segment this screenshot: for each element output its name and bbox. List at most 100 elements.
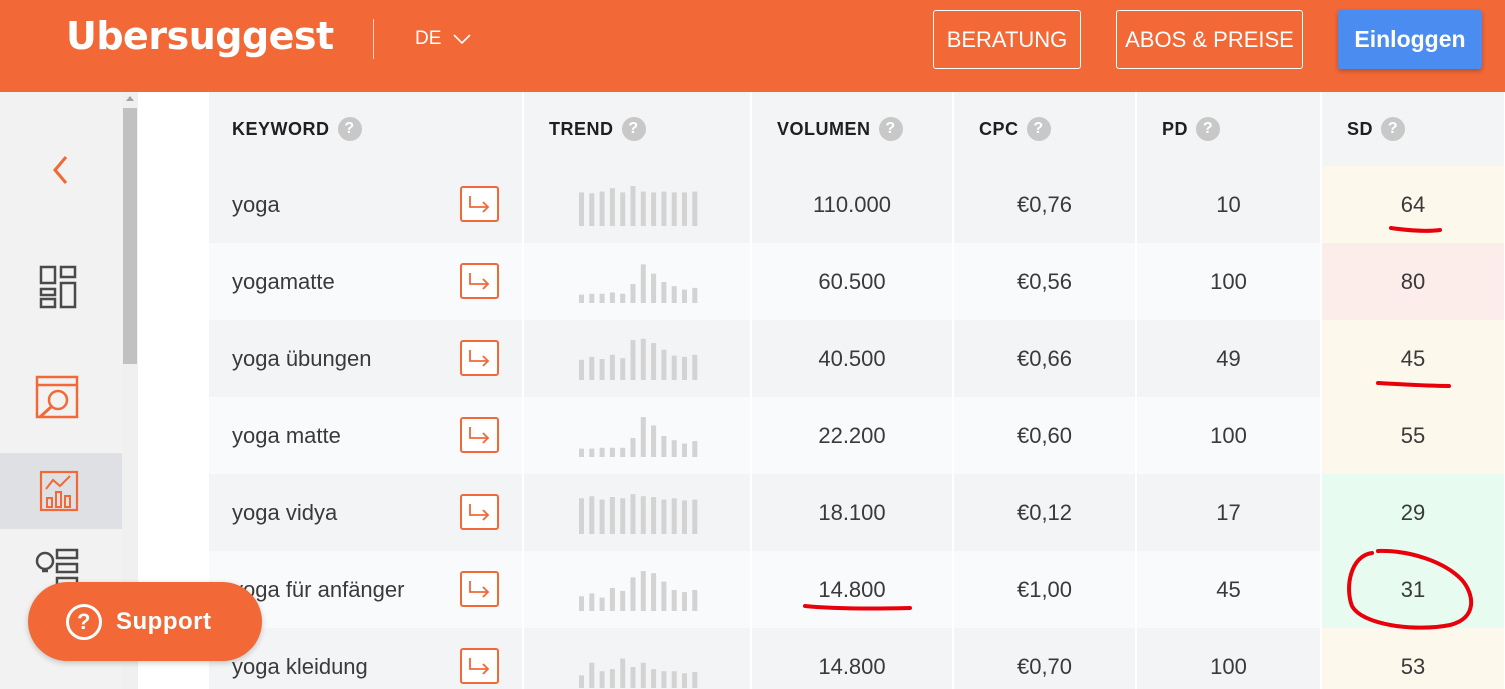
column-header-keyword[interactable]: KEYWORD? — [209, 92, 524, 166]
dashboard-icon[interactable] — [38, 264, 78, 310]
keyword-cell[interactable]: yoga vidya — [209, 474, 524, 551]
trend-bar — [589, 356, 595, 380]
trend-bar — [651, 273, 657, 303]
arrow-right-icon — [468, 196, 489, 213]
keyword-cell[interactable]: yoga übungen — [209, 320, 524, 397]
trend-bar — [671, 285, 677, 303]
column-header-sd[interactable]: SD? — [1321, 92, 1505, 166]
trend-bar — [630, 666, 636, 688]
pd-cell: 100 — [1136, 397, 1322, 474]
pd-cell: 10 — [1136, 166, 1322, 243]
scroll-up-arrow-icon[interactable] — [126, 96, 134, 101]
trend-bar — [640, 495, 646, 534]
trend-sparkline — [579, 416, 698, 457]
open-keyword-button[interactable] — [460, 648, 499, 684]
help-icon[interactable]: ? — [337, 117, 362, 141]
help-icon[interactable]: ? — [1381, 117, 1406, 141]
trend-bar — [630, 576, 636, 611]
open-keyword-button[interactable] — [460, 417, 499, 453]
column-header-cpc[interactable]: CPC? — [953, 92, 1137, 166]
table-row[interactable]: yoga übungen 40.500 €0,66 49 45 — [209, 320, 1505, 397]
chevron-down-icon — [453, 34, 471, 45]
main-content: KEYWORD? TREND? VOLUMEN? CPC? PD? SD? yo… — [138, 92, 1505, 689]
login-button[interactable]: Einloggen — [1338, 10, 1482, 69]
trend-bar — [579, 595, 584, 611]
trend-cell — [523, 551, 752, 628]
trend-bar — [692, 354, 698, 380]
back-chevron-icon[interactable] — [50, 154, 72, 186]
help-icon[interactable]: ? — [1026, 117, 1051, 141]
scrollbar-thumb[interactable] — [123, 108, 137, 364]
keyword-text[interactable]: yoga übungen — [232, 346, 371, 371]
trend-bar — [682, 443, 687, 457]
trend-bar — [671, 439, 677, 457]
trend-bar — [630, 437, 636, 457]
volume-cell: 14.800 — [751, 628, 954, 689]
keyword-cell[interactable]: yoga — [209, 166, 524, 243]
trend-bar — [579, 448, 584, 457]
help-icon[interactable]: ? — [878, 117, 903, 141]
trend-bar — [651, 191, 657, 226]
column-header-pd[interactable]: PD? — [1136, 92, 1322, 166]
table-row[interactable]: yogamatte 60.500 €0,56 100 80 — [209, 243, 1505, 320]
sd-cell: 31 — [1321, 551, 1505, 628]
pd-cell: 17 — [1136, 474, 1322, 551]
open-keyword-button[interactable] — [460, 186, 499, 222]
trend-bar — [682, 499, 687, 534]
open-keyword-button[interactable] — [460, 571, 499, 607]
table-row[interactable]: yoga 110.000 €0,76 10 64 — [209, 166, 1505, 243]
help-icon[interactable]: ? — [621, 117, 646, 141]
beratung-button[interactable]: BERATUNG — [933, 10, 1081, 69]
trend-bar — [630, 339, 636, 380]
support-button[interactable]: ? Support — [28, 582, 262, 661]
trend-sparkline — [579, 658, 698, 688]
trend-sparkline — [579, 185, 698, 226]
table-row[interactable]: yoga matte 22.200 €0,60 100 55 — [209, 397, 1505, 474]
keyword-text[interactable]: yoga vidya — [232, 500, 337, 525]
table-row[interactable]: yoga kleidung 14.800 €0,70 100 53 — [209, 628, 1505, 689]
keyword-text[interactable]: yogamatte — [232, 269, 335, 294]
cpc-cell: €0,12 — [953, 474, 1137, 551]
keyword-text[interactable]: yoga für anfänger — [232, 577, 404, 602]
trend-bar — [661, 670, 667, 688]
trend-bar — [671, 497, 677, 534]
keyword-overview-icon[interactable] — [38, 469, 80, 513]
trend-bar — [661, 499, 667, 534]
trend-cell — [523, 628, 752, 689]
trend-bar — [609, 668, 615, 688]
trend-bar — [661, 349, 667, 380]
open-keyword-button[interactable] — [460, 263, 499, 299]
trend-bar — [589, 192, 595, 226]
keyword-text[interactable]: yoga — [232, 192, 280, 217]
site-audit-icon[interactable] — [34, 374, 80, 420]
trend-bar — [651, 342, 657, 380]
help-icon[interactable]: ? — [1196, 117, 1221, 141]
trend-bar — [579, 497, 584, 534]
column-header-volume[interactable]: VOLUMEN? — [751, 92, 954, 166]
abos-preise-button[interactable]: ABOS & PREISE — [1116, 10, 1303, 69]
trend-cell — [523, 397, 752, 474]
table-row[interactable]: yoga vidya 18.100 €0,12 17 29 — [209, 474, 1505, 551]
ubersuggest-logo[interactable]: Ubersuggest — [66, 14, 334, 58]
trend-bar — [682, 191, 687, 226]
trend-bar — [620, 357, 626, 380]
trend-bar — [599, 597, 605, 611]
keyword-cell[interactable]: yoga matte — [209, 397, 524, 474]
language-selector[interactable]: DE — [415, 28, 471, 50]
trend-bar — [692, 440, 698, 457]
open-keyword-button[interactable] — [460, 340, 499, 376]
column-header-trend[interactable]: TREND? — [523, 92, 752, 166]
trend-cell — [523, 166, 752, 243]
trend-cell — [523, 243, 752, 320]
trend-bar — [692, 191, 698, 226]
keyword-text[interactable]: yoga kleidung — [232, 654, 368, 679]
cpc-cell: €0,70 — [953, 628, 1137, 689]
open-keyword-button[interactable] — [460, 494, 499, 530]
cpc-cell: €0,76 — [953, 166, 1137, 243]
trend-bar — [620, 497, 626, 534]
keyword-text[interactable]: yoga matte — [232, 423, 341, 448]
table-row[interactable]: yoga für anfänger 14.800 €1,00 45 31 — [209, 551, 1505, 628]
keyword-cell[interactable]: yogamatte — [209, 243, 524, 320]
trend-bar — [671, 191, 677, 226]
trend-bar — [640, 416, 646, 457]
